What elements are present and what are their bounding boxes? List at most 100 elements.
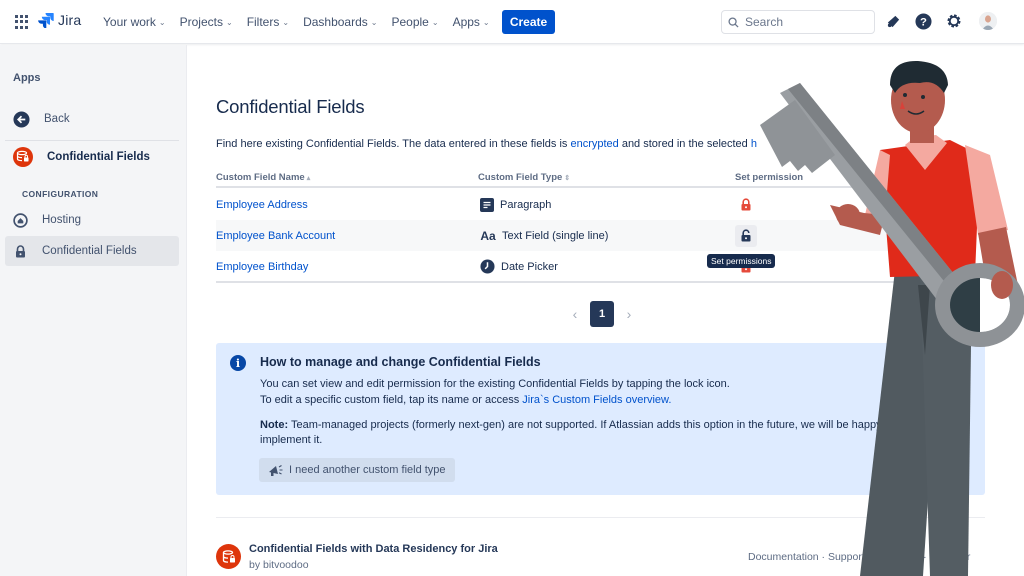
page-1-button[interactable]: 1: [590, 301, 614, 327]
column-header-type[interactable]: Custom Field Type ⇕: [478, 172, 570, 183]
sidebar-back-label: Back: [44, 113, 70, 125]
set-permissions-button[interactable]: [735, 224, 757, 247]
nav-filters[interactable]: Filters ⌄: [240, 15, 296, 29]
hosting-link[interactable]: h: [751, 138, 757, 150]
info-note-line-2: implement it.: [260, 434, 323, 446]
help-icon[interactable]: ?: [914, 12, 932, 30]
nav-projects[interactable]: Projects ⌄: [173, 15, 240, 29]
sidebar-heading: Apps: [13, 72, 41, 84]
field-name-link[interactable]: Employee Bank Account: [216, 230, 335, 242]
back-arrow-icon: [13, 110, 30, 128]
sidebar-section-configuration: CONFIGURATION: [22, 189, 99, 199]
home-icon: [13, 212, 28, 228]
app-switcher-icon[interactable]: [15, 15, 29, 29]
jira-mark-icon: [38, 13, 54, 28]
next-page-button[interactable]: ›: [622, 306, 636, 322]
info-line-1: You can set view and edit permission for…: [260, 378, 730, 390]
info-note: Note: Team-managed projects (formerly ne…: [260, 418, 894, 433]
nav-people[interactable]: People ⌄: [384, 15, 445, 29]
illustration-right-arm: [978, 227, 1020, 315]
nav-label: Your work: [103, 15, 156, 29]
paragraph-icon: [480, 197, 494, 212]
previous-page-button[interactable]: ‹: [568, 306, 582, 322]
illustration-key-bit: [760, 100, 835, 173]
field-type: Date Picker: [501, 260, 558, 273]
request-field-type-button[interactable]: I need another custom field type: [259, 458, 455, 482]
info-line-2: To edit a specific custom field, tap its…: [260, 393, 671, 408]
text-field-icon: Aa: [480, 228, 496, 243]
table-row: Employee Bank Account Aa Text Field (sin…: [216, 220, 896, 251]
create-button[interactable]: Create: [502, 10, 555, 34]
sort-ascending-icon: ▴: [306, 175, 311, 182]
nav-label: Projects: [179, 15, 223, 29]
pagination: ‹ 1 ›: [568, 301, 636, 327]
column-header-permission: Set permission: [735, 172, 804, 183]
footer-links[interactable]: Documentation · Support · Feedback · Dis…: [748, 551, 970, 563]
info-text-part: To edit a specific custom field, tap its…: [260, 394, 523, 406]
column-header-name[interactable]: Custom Field Name ▴: [216, 172, 310, 183]
gear-icon: [947, 14, 961, 28]
field-name-link[interactable]: Employee Address: [216, 199, 308, 211]
illustration-key-ring: [935, 263, 1024, 347]
page-title: Confidential Fields: [216, 96, 365, 117]
nav-label: Apps: [452, 15, 480, 29]
request-field-type-label: I need another custom field type: [289, 464, 446, 476]
chevron-down-icon: ⌄: [482, 17, 490, 27]
bitvoodoo-app-logo: [216, 544, 241, 569]
confidential-fields-app-icon: [13, 147, 33, 167]
sidebar-item-confidential-fields[interactable]: Confidential Fields: [5, 236, 179, 266]
note-label: Note:: [260, 419, 289, 431]
set-permissions-button[interactable]: [735, 194, 757, 216]
notifications-icon[interactable]: [884, 12, 902, 30]
footer-app-title: Confidential Fields with Data Residency …: [249, 543, 498, 555]
intro-text: Find here existing Confidential Fields. …: [216, 138, 757, 150]
database-lock-icon: [222, 549, 235, 563]
nav-label: People: [391, 15, 429, 29]
sidebar-divider: [5, 140, 179, 141]
svg-text:?: ?: [920, 16, 927, 28]
chevron-down-icon: ⌄: [370, 17, 378, 27]
set-permissions-tooltip: Set permissions: [707, 254, 776, 268]
chevron-down-icon: ⌄: [282, 17, 290, 27]
nav-label: Dashboards: [303, 15, 368, 29]
sidebar-item-label: Confidential Fields: [42, 245, 137, 257]
nav-label: Filters: [246, 15, 280, 29]
clock-icon: [480, 259, 495, 274]
top-navigation: Jira Your work ⌄ Projects ⌄ Filters ⌄ Dashb…: [0, 0, 1024, 44]
sort-icon: ⇕: [564, 175, 571, 182]
sidebar-app-confidential-fields[interactable]: Confidential Fields: [5, 142, 179, 172]
search-box[interactable]: [721, 10, 875, 34]
intro-text-part: Find here existing Confidential Fields. …: [216, 138, 571, 150]
illustration-sleeve-right: [965, 145, 1008, 235]
question-icon: ?: [914, 12, 932, 30]
megaphone-icon: [887, 15, 899, 27]
avatar[interactable]: [979, 12, 997, 30]
footer-vendor: by bitvoodoo: [249, 559, 309, 571]
sidebar-item-hosting[interactable]: Hosting: [5, 205, 179, 235]
custom-fields-overview-link[interactable]: Jira`s Custom Fields overview.: [522, 394, 671, 406]
note-text: Team-managed projects (formerly next-gen…: [288, 419, 894, 431]
intro-text-part: and stored in the selected: [618, 138, 751, 150]
info-title: How to manage and change Confidential Fi…: [260, 355, 541, 369]
nav-dashboards[interactable]: Dashboards ⌄: [296, 15, 384, 29]
chevron-down-icon: ⌄: [225, 17, 233, 27]
sidebar-back[interactable]: Back: [5, 104, 179, 134]
nav-your-work[interactable]: Your work ⌄: [96, 15, 173, 29]
encrypted-link[interactable]: encrypted: [570, 138, 618, 150]
jira-app-name: Jira: [58, 12, 82, 28]
search-input[interactable]: [745, 15, 865, 29]
jira-logo[interactable]: Jira: [38, 12, 81, 28]
table-row: Employee Birthday Date Picker: [216, 251, 896, 282]
settings-icon[interactable]: [945, 12, 963, 30]
field-name-link[interactable]: Employee Birthday: [216, 261, 308, 273]
field-type: Paragraph: [500, 198, 552, 211]
primary-nav: Your work ⌄ Projects ⌄ Filters ⌄ Dashboards…: [96, 0, 497, 44]
column-label: Custom Field Type: [478, 172, 563, 183]
lock-open-icon: [741, 229, 751, 242]
field-type: Text Field (single line): [502, 229, 609, 242]
person-with-key-illustration: [760, 60, 1024, 576]
illustration-head: [891, 67, 945, 133]
info-icon: i: [230, 355, 246, 371]
sidebar-app-label: Confidential Fields: [47, 151, 150, 163]
nav-apps[interactable]: Apps ⌄: [446, 15, 497, 29]
